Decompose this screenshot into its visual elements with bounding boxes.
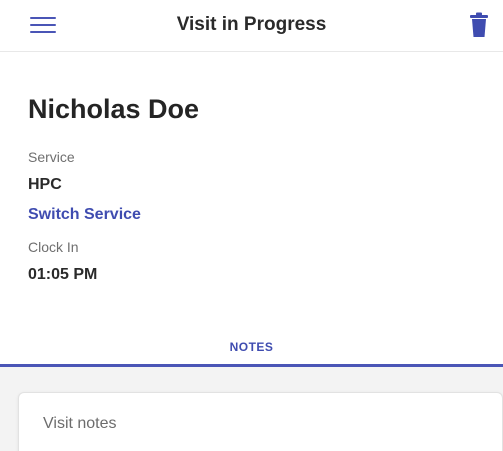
clock-in-value: 01:05 PM	[28, 266, 98, 283]
service-label: Service	[28, 149, 75, 165]
switch-service-link[interactable]: Switch Service	[28, 206, 141, 224]
visit-notes-card	[18, 392, 503, 451]
service-value: HPC	[28, 176, 62, 193]
trash-icon[interactable]	[469, 12, 489, 38]
patient-name: Nicholas Doe	[28, 94, 200, 124]
page-title: Visit in Progress	[176, 14, 327, 35]
app-bar: Visit in Progress	[0, 0, 503, 52]
clock-in-label: Clock In	[28, 239, 79, 255]
visit-notes-input[interactable]	[43, 415, 473, 433]
